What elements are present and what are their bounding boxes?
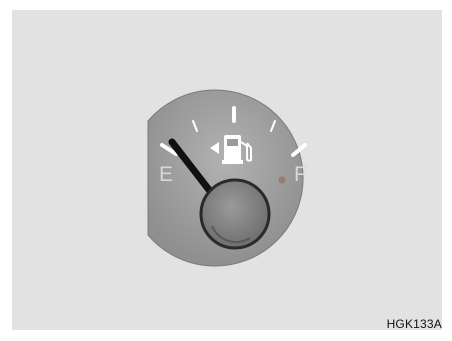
fuel-gauge: E F — [147, 89, 307, 267]
figure-code: HGK133A — [386, 317, 442, 331]
full-label: F — [294, 163, 307, 186]
figure: E F HGK133A — [0, 0, 452, 341]
needle-hub — [199, 178, 271, 250]
warning-dot — [278, 176, 286, 184]
empty-label: E — [159, 163, 173, 186]
